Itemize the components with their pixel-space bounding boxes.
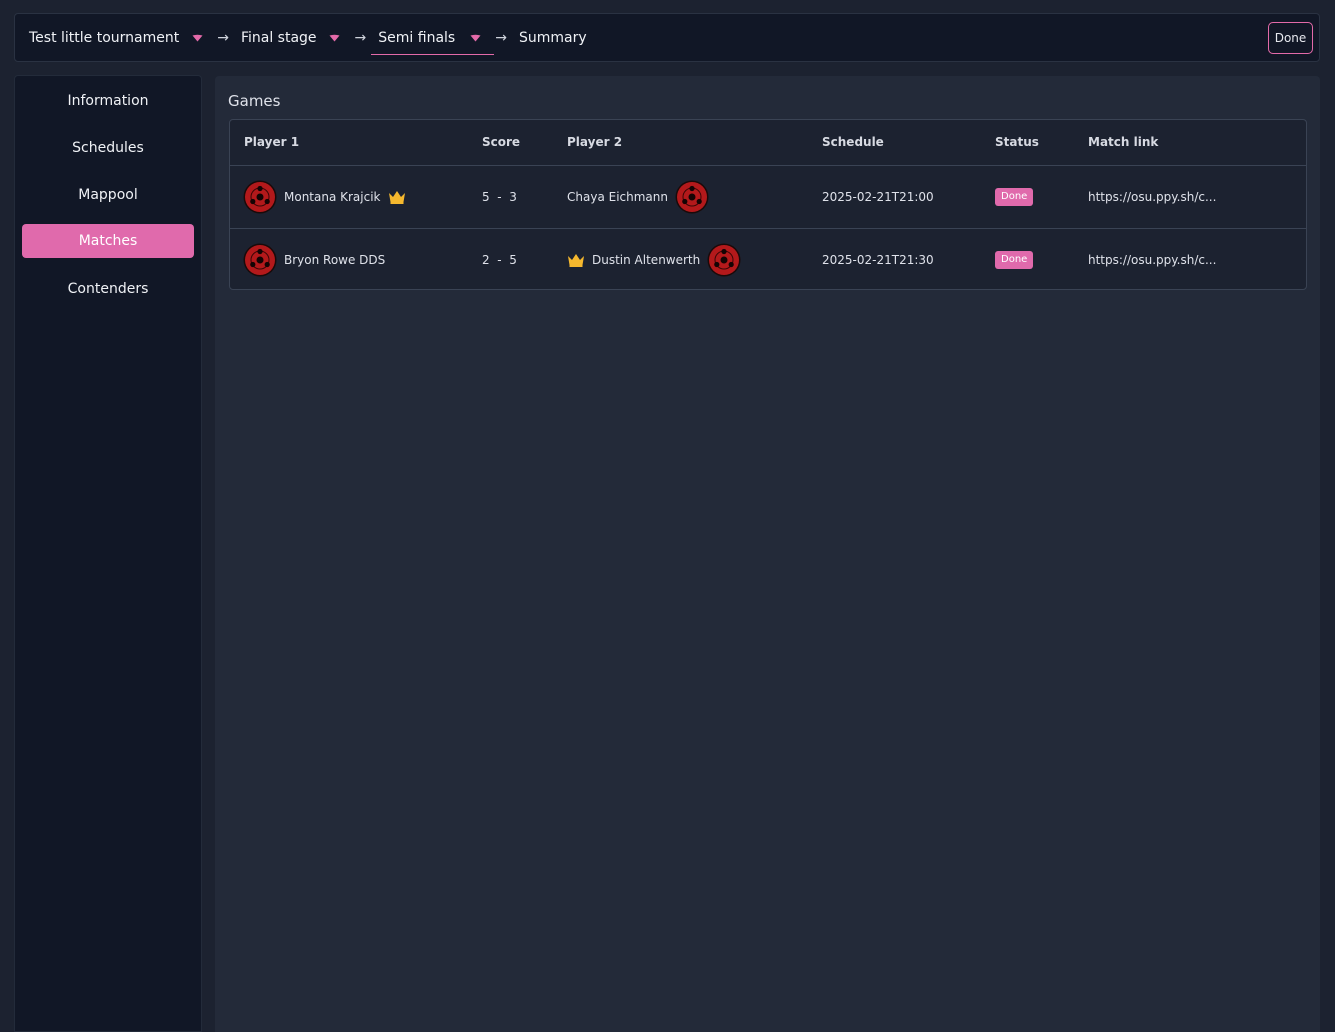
arrow-right-icon: →	[495, 29, 507, 46]
player1-name: Bryon Rowe DDS	[284, 252, 386, 267]
breadcrumb-item-tournament[interactable]: Test little tournament	[29, 14, 203, 61]
column-header-player1: Player 1	[244, 135, 300, 149]
score-cell: 5 - 3	[482, 190, 517, 204]
column-header-status: Status	[995, 135, 1039, 149]
caret-down-icon[interactable]	[191, 33, 203, 43]
breadcrumb-label: Final stage	[240, 29, 317, 46]
caret-down-icon[interactable]	[329, 33, 341, 43]
breadcrumb-item-stage[interactable]: Final stage	[241, 14, 341, 61]
breadcrumb-bar: Test little tournament → Final stage → S…	[14, 13, 1320, 62]
match-link[interactable]: https://osu.ppy.sh/c...	[1088, 229, 1216, 290]
crown-icon	[568, 253, 584, 267]
games-table: Player 1 Score Player 2 Schedule Status …	[229, 119, 1307, 290]
sidebar: Information Schedules Mappool Matches Co…	[14, 75, 202, 1032]
table-row[interactable]: Bryon Rowe DDS 2 - 5 Dustin Altenwerth 2…	[230, 228, 1306, 290]
table-row[interactable]: Montana Krajcik 5 - 3 Chaya Eichmann 202…	[230, 166, 1306, 228]
sidebar-item-information[interactable]: Information	[22, 84, 194, 118]
main-panel: Games Player 1 Score Player 2 Schedule S…	[215, 76, 1320, 1032]
player1-cell: Bryon Rowe DDS	[243, 229, 385, 290]
column-header-player2: Player 2	[567, 135, 623, 149]
sharingan-avatar-icon	[243, 243, 277, 276]
page-title: Games	[228, 92, 281, 110]
done-button[interactable]: Done	[1268, 22, 1313, 54]
player2-cell: Chaya Eichmann	[567, 166, 709, 228]
status-badge: Done	[995, 250, 1034, 269]
player1-cell: Montana Krajcik	[243, 166, 406, 228]
player2-name: Chaya Eichmann	[567, 190, 668, 204]
column-header-score: Score	[482, 135, 521, 149]
breadcrumb-label: Summary	[518, 29, 587, 46]
breadcrumb-item-round[interactable]: Semi finals	[371, 14, 495, 61]
player1-name: Montana Krajcik	[284, 190, 381, 204]
player2-cell: Dustin Altenwerth	[567, 229, 741, 290]
arrow-right-icon: →	[354, 29, 367, 46]
sidebar-item-mappool[interactable]: Mappool	[22, 178, 194, 212]
schedule-cell: 2025-02-21T21:30	[822, 252, 934, 267]
breadcrumb-label: Semi finals	[378, 29, 456, 46]
table-header: Player 1 Score Player 2 Schedule Status …	[230, 120, 1306, 166]
sidebar-item-schedules[interactable]: Schedules	[22, 131, 194, 165]
schedule-cell: 2025-02-21T21:00	[822, 190, 934, 204]
match-link[interactable]: https://osu.ppy.sh/c...	[1088, 166, 1216, 228]
crown-icon	[388, 191, 405, 204]
status-cell: Done	[995, 229, 1034, 290]
column-header-schedule: Schedule	[822, 135, 884, 149]
status-cell: Done	[995, 166, 1034, 228]
caret-down-icon[interactable]	[469, 33, 481, 43]
column-header-match-link: Match link	[1088, 135, 1159, 149]
breadcrumb-item-summary[interactable]: Summary	[519, 14, 587, 61]
arrow-right-icon: →	[217, 29, 229, 46]
breadcrumb-label: Test little tournament	[29, 29, 180, 46]
status-badge: Done	[995, 188, 1034, 206]
sidebar-item-matches[interactable]: Matches	[22, 224, 194, 258]
sidebar-item-contenders[interactable]: Contenders	[22, 272, 194, 306]
score-cell: 2 - 5	[482, 252, 517, 267]
sharingan-avatar-icon	[675, 180, 709, 214]
sharingan-avatar-icon	[707, 243, 741, 276]
sharingan-avatar-icon	[243, 180, 277, 214]
player2-name: Dustin Altenwerth	[592, 252, 701, 267]
